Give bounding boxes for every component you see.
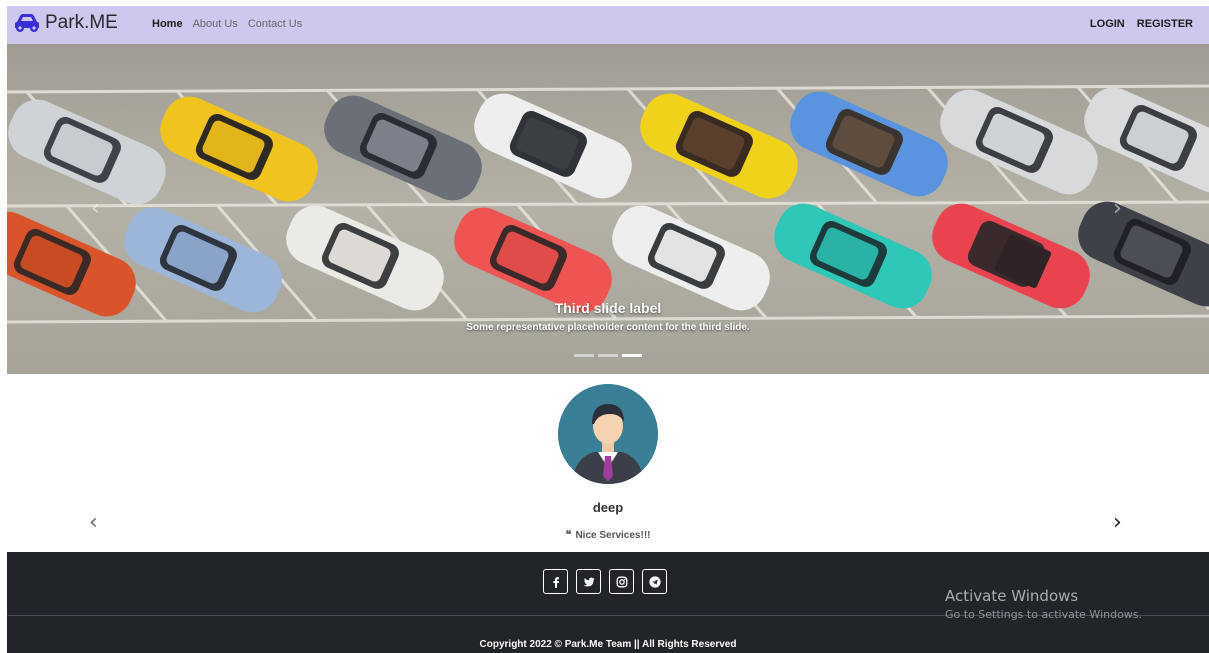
testimonial-name: deep	[592, 500, 624, 515]
user-avatar-icon	[558, 384, 658, 484]
activate-subtitle: Go to Settings to activate Windows.	[945, 608, 1143, 621]
testimonial-quote: ❝ Nice Services!!!	[7, 528, 1209, 541]
brand-name: Park.ME	[45, 12, 118, 33]
nav-contact-link[interactable]: Contact Us	[248, 18, 302, 30]
testimonial-prev-button[interactable]: ‹	[89, 510, 98, 535]
copyright-text: Copyright 2022 © Park.Me Team || All Rig…	[479, 639, 737, 650]
indicator-slide-2[interactable]	[598, 354, 618, 357]
indicator-slide-1[interactable]	[574, 354, 594, 357]
twitter-icon[interactable]	[576, 569, 601, 594]
testimonial-carousel: deep ❝ Nice Services!!! ‹ ›	[7, 374, 1209, 552]
hero-caption-text: Some representative placeholder content …	[466, 322, 750, 333]
testimonial-quote-text: Nice Services!!!	[575, 530, 651, 541]
instagram-icon[interactable]	[609, 569, 634, 594]
telegram-icon[interactable]	[642, 569, 667, 594]
auth-links: LOGIN REGISTER	[1090, 18, 1193, 30]
page-frame: Park.ME Home About Us Contact Us LOGIN R…	[7, 6, 1209, 653]
carousel-indicators	[7, 354, 1209, 357]
indicator-slide-3[interactable]	[622, 354, 642, 357]
testimonial-next-button[interactable]: ›	[1113, 510, 1122, 535]
hero-caption-title: Third slide label	[554, 300, 662, 316]
register-link[interactable]: REGISTER	[1137, 18, 1193, 30]
quote-icon: ❝	[565, 528, 572, 541]
hero-next-button[interactable]: ›	[1113, 196, 1122, 221]
car-icon	[15, 14, 39, 32]
nav-home-link[interactable]: Home	[152, 18, 183, 30]
login-link[interactable]: LOGIN	[1090, 18, 1125, 30]
hero-carousel: ‹ › Third slide label Some representativ…	[7, 44, 1209, 374]
windows-activation-watermark: Activate Windows Go to Settings to activ…	[945, 587, 1142, 621]
hero-prev-button[interactable]: ‹	[91, 196, 100, 221]
nav-about-link[interactable]: About Us	[193, 18, 238, 30]
social-links	[543, 569, 667, 594]
activate-title: Activate Windows	[945, 587, 1079, 605]
facebook-icon[interactable]	[543, 569, 568, 594]
navbar: Park.ME Home About Us Contact Us LOGIN R…	[7, 6, 1209, 44]
brand-link[interactable]: Park.ME	[13, 12, 118, 34]
nav-links: Home About Us Contact Us	[152, 18, 302, 30]
